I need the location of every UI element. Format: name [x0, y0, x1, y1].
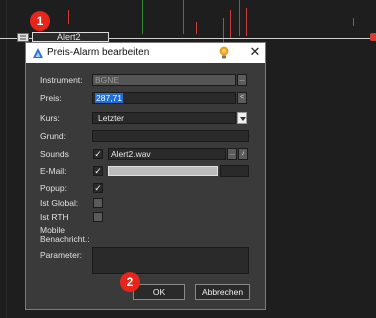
alert-label[interactable]: Alert2 — [32, 32, 109, 42]
chart-grid-line — [6, 0, 7, 318]
step-badge-1: 1 — [30, 11, 50, 31]
app-icon — [33, 48, 43, 58]
chart-line — [196, 22, 197, 34]
dialog-title: Preis-Alarm bearbeiten — [47, 47, 150, 58]
mobile-notify-label-line2: Benachricht.: — [40, 234, 90, 244]
sound-play-button[interactable]: ♪ — [238, 148, 248, 160]
reason-label: Grund: — [40, 131, 66, 141]
cancel-button[interactable]: Abbrechen — [195, 284, 250, 300]
chart-line — [230, 10, 231, 38]
price-input[interactable]: 287,71 — [92, 92, 236, 104]
chart-line — [68, 10, 69, 24]
price-marker — [370, 33, 376, 41]
sound-file-field[interactable]: Alert2.wav — [108, 148, 226, 160]
step-badge-2: 2 — [120, 272, 140, 292]
is-rth-label: Ist RTH — [40, 212, 69, 222]
email-input[interactable] — [108, 166, 218, 176]
popup-label: Popup: — [40, 183, 67, 193]
dialog-titlebar[interactable]: Preis-Alarm bearbeiten ✕ — [26, 43, 265, 63]
parameter-label: Parameter: — [40, 250, 83, 260]
alert-bulb-icon — [219, 46, 229, 59]
price-step-button[interactable]: < — [237, 92, 247, 104]
alert-edit-icon[interactable] — [17, 33, 29, 42]
ok-button[interactable]: OK — [133, 284, 185, 300]
price-label: Preis: — [40, 93, 62, 103]
email-checkbox[interactable]: ✓ — [93, 166, 103, 176]
reason-input[interactable] — [92, 130, 249, 142]
price-value: 287,71 — [95, 93, 123, 103]
is-rth-checkbox[interactable] — [93, 212, 103, 222]
instrument-field: BGNE — [92, 74, 236, 86]
chevron-down-icon[interactable] — [237, 112, 247, 124]
popup-checkbox[interactable]: ✓ — [93, 183, 103, 193]
close-button[interactable]: ✕ — [247, 44, 263, 60]
email-label: E-Mail: — [40, 166, 67, 176]
sounds-label: Sounds — [40, 149, 69, 159]
parameter-input[interactable] — [92, 247, 249, 274]
is-global-label: Ist Global: — [40, 198, 79, 208]
sound-more-button[interactable]: ... — [227, 148, 237, 160]
chart-line — [142, 0, 143, 34]
sounds-checkbox[interactable]: ✓ — [93, 149, 103, 159]
instrument-more-button[interactable]: ... — [237, 74, 247, 86]
course-select[interactable]: Letzter — [92, 112, 236, 124]
email-extra-field[interactable] — [220, 165, 249, 177]
is-global-checkbox[interactable] — [93, 198, 103, 208]
chart-line — [239, 0, 240, 36]
chart-line — [353, 18, 354, 26]
course-label: Kurs: — [40, 113, 60, 123]
chart-line — [246, 8, 247, 36]
price-alert-dialog: Preis-Alarm bearbeiten ✕ Instrument: BGN… — [25, 42, 266, 310]
chart-line — [183, 0, 184, 34]
instrument-label: Instrument: — [40, 75, 83, 85]
